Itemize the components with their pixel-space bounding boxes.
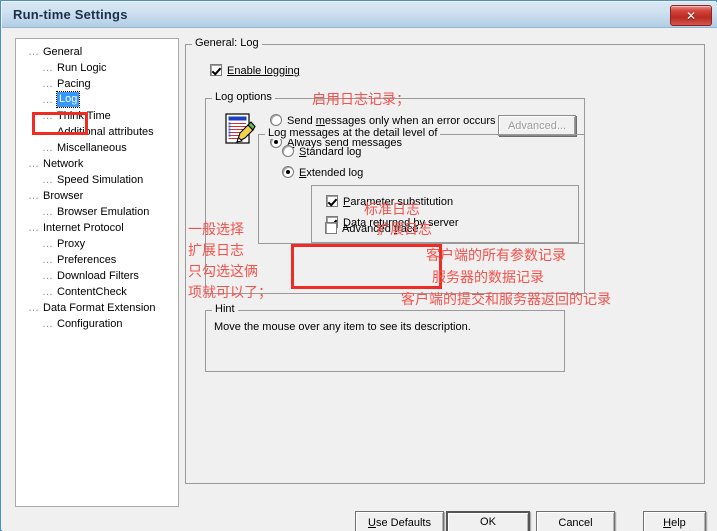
help-button[interactable]: Help: [643, 511, 706, 531]
tree-item-label: Think Time: [57, 110, 111, 122]
tree-item-log[interactable]: … Log: [16, 91, 178, 108]
tree-branch-icon: …: [28, 190, 39, 202]
close-button[interactable]: ✕: [670, 5, 712, 26]
tree-item-network[interactable]: … Network: [16, 156, 178, 172]
extended-log-radio[interactable]: Extended log: [282, 166, 363, 181]
radio-icon: [270, 114, 282, 126]
hint-group: Hint Move the mouse over any item to see…: [205, 304, 565, 372]
detail-level-group: Log messages at the detail level of Stan…: [258, 128, 585, 244]
standard-log-radio[interactable]: Standard log: [282, 145, 361, 160]
advanced-trace-label: Advanced trace: [342, 223, 419, 235]
tree-item-label: General: [43, 46, 83, 58]
title-bar: Run-time Settings ✕: [2, 2, 717, 28]
settings-main-panel: General: Log Enable logging Log options: [185, 38, 707, 507]
send-on-error-label: Send messages only when an error occurs: [287, 115, 496, 127]
hint-group-title: Hint: [212, 304, 238, 315]
cancel-button[interactable]: Cancel: [536, 511, 615, 531]
tree-item-label: Preferences: [57, 254, 117, 266]
tree-item-label: ContentCheck: [57, 286, 127, 298]
tree-item-general[interactable]: … General: [16, 44, 178, 60]
tree-item-label: Browser Emulation: [57, 206, 150, 218]
settings-tree-list: … General… Run Logic… Pacing… Log… Think Time…: [16, 44, 178, 332]
tree-branch-icon: …: [28, 302, 39, 314]
ok-button[interactable]: OK: [446, 511, 530, 531]
tree-branch-icon: …: [42, 254, 53, 266]
use-defaults-button[interactable]: Use Defaults: [355, 511, 444, 531]
enable-logging-label: Enable logging: [227, 65, 300, 77]
tree-item-run-logic[interactable]: … Run Logic: [16, 60, 178, 76]
tree-branch-icon: …: [42, 206, 53, 218]
tree-item-think-time[interactable]: … Think Time: [16, 108, 178, 124]
tree-branch-icon: …: [42, 62, 53, 74]
tree-branch-icon: …: [28, 222, 39, 234]
tree-branch-icon: …: [42, 78, 53, 90]
advanced-button[interactable]: Advanced...: [498, 115, 576, 136]
radio-icon: [282, 166, 294, 178]
tree-item-internet-protocol[interactable]: … Internet Protocol: [16, 220, 178, 236]
general-log-group: General: Log Enable logging Log options: [185, 38, 705, 484]
dialog-window: Run-time Settings ✕ … General … Run Logic … P…: [0, 0, 717, 531]
tree-item-label: Internet Protocol: [43, 222, 124, 234]
parameter-substitution-checkbox[interactable]: Parameter substitution: [326, 195, 453, 210]
tree-item-label: Configuration: [57, 318, 123, 330]
window-title: Run-time Settings: [13, 7, 128, 22]
dialog-client-area: … General… Run Logic… Pacing… Log… Think Time…: [2, 28, 717, 531]
tree-item-label: Miscellaneous: [57, 142, 127, 154]
tree-item-label: Download Filters: [57, 270, 139, 282]
tree-branch-icon: …: [28, 158, 39, 170]
tree-item-label: Pacing: [57, 78, 91, 90]
tree-item-label: Proxy: [57, 238, 86, 250]
extended-log-label: Extended log: [299, 167, 364, 179]
tree-branch-icon: …: [42, 318, 53, 330]
tree-item-label: Run Logic: [57, 62, 107, 74]
tree-item-label: Browser: [43, 190, 84, 202]
tree-branch-icon: …: [42, 286, 53, 298]
tree-item-data-format-extension[interactable]: … Data Format Extension: [16, 300, 178, 316]
log-options-group-title: Log options: [212, 92, 275, 103]
checkbox-icon: [325, 222, 337, 234]
tree-item-label: Network: [43, 158, 84, 170]
general-log-group-title: General: Log: [192, 38, 262, 49]
tree-item-configuration[interactable]: … Configuration: [16, 316, 178, 332]
tree-item-additional-attributes[interactable]: … Additional attributes: [16, 124, 178, 140]
checkbox-icon: [326, 195, 338, 207]
dialog-footer: Use Defaults OK Cancel Help: [2, 511, 717, 531]
checkbox-icon: [210, 64, 222, 76]
radio-icon: [282, 145, 294, 157]
tree-item-preferences[interactable]: … Preferences: [16, 252, 178, 268]
tree-branch-icon: …: [28, 46, 39, 58]
tree-item-contentcheck[interactable]: … ContentCheck: [16, 284, 178, 300]
tree-item-label: Data Format Extension: [43, 302, 156, 314]
tree-item-browser[interactable]: … Browser: [16, 188, 178, 204]
enable-logging-checkbox[interactable]: Enable logging: [210, 64, 300, 79]
settings-tree[interactable]: … General… Run Logic… Pacing… Log… Think Time…: [15, 38, 179, 507]
tree-branch-icon: …: [42, 174, 53, 186]
screenshot-root: Run-time Settings ✕ … General … Run Logic … P…: [0, 0, 717, 531]
close-icon: ✕: [685, 8, 697, 23]
tree-item-label: Additional attributes: [57, 126, 154, 138]
log-options-group: Log options Send messages only when an e…: [205, 92, 585, 294]
standard-log-label: Standard log: [299, 146, 362, 158]
detail-level-group-title: Log messages at the detail level of: [265, 128, 441, 139]
advanced-trace-checkbox[interactable]: Advanced trace: [325, 222, 418, 237]
tree-item-speed-simulation[interactable]: … Speed Simulation: [16, 172, 178, 188]
tree-item-miscellaneous[interactable]: … Miscellaneous: [16, 140, 178, 156]
tree-branch-icon: …: [42, 126, 53, 138]
tree-branch-icon: …: [42, 142, 53, 154]
tree-item-label: Log: [55, 91, 81, 108]
tree-item-pacing[interactable]: … Pacing: [16, 76, 178, 92]
tree-branch-icon: …: [42, 270, 53, 282]
hint-text: Move the mouse over any item to see its …: [214, 321, 471, 333]
tree-item-label: Speed Simulation: [57, 174, 144, 186]
tree-item-browser-emulation[interactable]: … Browser Emulation: [16, 204, 178, 220]
tree-branch-icon: …: [42, 110, 53, 122]
tree-item-proxy[interactable]: … Proxy: [16, 236, 178, 252]
parameter-substitution-label: Parameter substitution: [343, 196, 454, 208]
tree-branch-icon: …: [42, 94, 53, 106]
log-document-icon: [224, 112, 258, 146]
tree-item-download-filters[interactable]: … Download Filters: [16, 268, 178, 284]
tree-branch-icon: …: [42, 238, 53, 250]
